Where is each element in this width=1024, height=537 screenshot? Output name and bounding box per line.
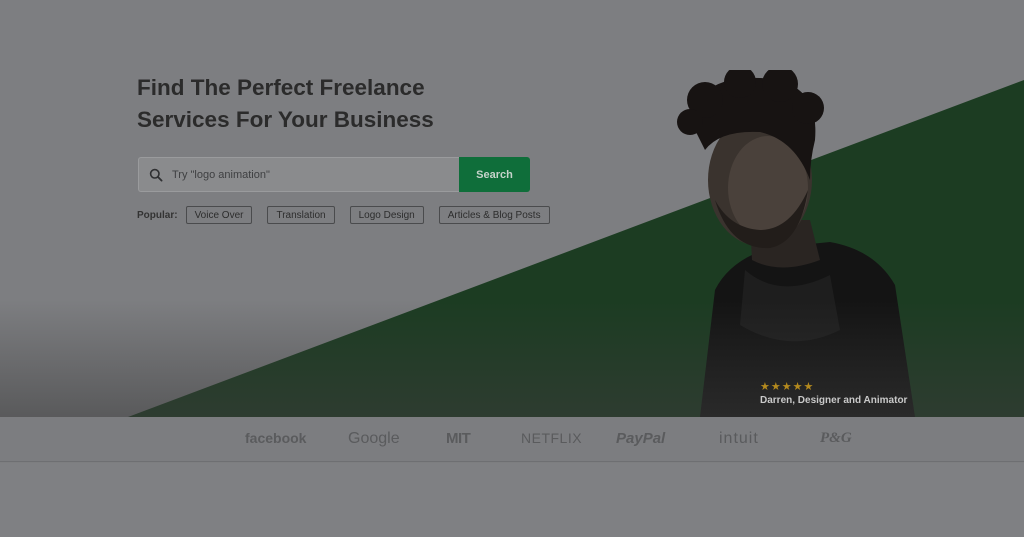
facebook-logo: facebook bbox=[245, 430, 307, 446]
page-lower-area bbox=[0, 463, 1024, 537]
popular-tag-voice-over[interactable]: Voice Over bbox=[185, 206, 253, 224]
popular-label: Popular: bbox=[137, 209, 178, 221]
popular-tag-articles-blog-posts[interactable]: Articles & Blog Posts bbox=[438, 206, 550, 224]
paypal-logo: PayPal bbox=[616, 430, 666, 447]
popular-tag-logo-design[interactable]: Logo Design bbox=[349, 206, 424, 224]
testimonial-caption: Darren, Designer and Animator bbox=[760, 395, 908, 406]
search-icon bbox=[149, 168, 163, 182]
search-bar: Search bbox=[138, 157, 530, 192]
hero-headline: Find The Perfect Freelance Services For … bbox=[137, 72, 557, 136]
headline-line-1: Find The Perfect Freelance bbox=[137, 75, 425, 100]
headline-line-2: Services For Your Business bbox=[137, 107, 434, 132]
google-logo: Google bbox=[348, 430, 400, 447]
popular-tag-translation[interactable]: Translation bbox=[267, 206, 335, 224]
search-button[interactable]: Search bbox=[459, 157, 530, 192]
trusted-by-bar bbox=[0, 417, 1024, 462]
mit-logo: MIT bbox=[446, 430, 471, 447]
popular-searches: Popular: Voice Over Translation Logo Des… bbox=[137, 206, 565, 224]
testimonial: ★★★★★ Darren, Designer and Animator bbox=[760, 380, 907, 406]
intuit-logo: intuit bbox=[719, 430, 759, 447]
pg-logo: P&G bbox=[820, 430, 852, 446]
search-box[interactable] bbox=[138, 157, 459, 192]
search-input[interactable] bbox=[172, 168, 442, 181]
star-rating-icon: ★★★★★ bbox=[760, 381, 815, 393]
hero-section: Find The Perfect Freelance Services For … bbox=[0, 0, 1024, 417]
netflix-logo: NETFLIX bbox=[521, 430, 583, 446]
